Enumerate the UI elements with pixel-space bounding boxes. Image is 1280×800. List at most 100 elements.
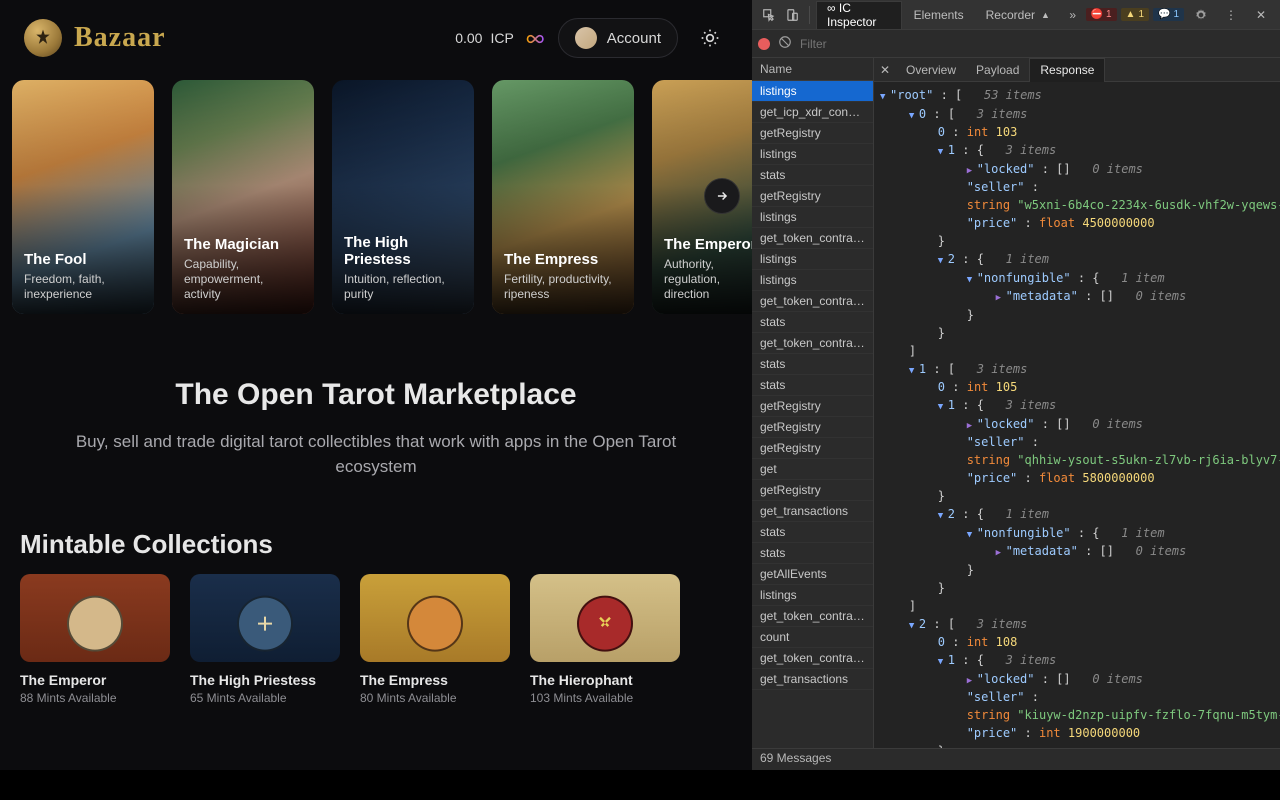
mintable-title: The Hierophant [530, 672, 680, 688]
mintable-grid: The Emperor 88 Mints Available The High … [0, 574, 752, 705]
balance-ticker: ICP [490, 30, 513, 46]
request-row[interactable]: listings [752, 249, 873, 270]
info-badge[interactable]: 💬1 [1153, 8, 1184, 21]
app-window: Bazaar 0.00 ICP Account The Foo [0, 0, 752, 770]
record-icon[interactable] [758, 38, 770, 50]
mintable-title: The Emperor [20, 672, 170, 688]
request-row[interactable]: getRegistry [752, 186, 873, 207]
tarot-card[interactable]: The Empress Fertility, productivity, rip… [492, 80, 634, 314]
tab-recorder[interactable]: Recorder▲ [976, 1, 1060, 29]
filter-input[interactable] [800, 37, 1274, 51]
close-devtools-icon[interactable]: ✕ [1248, 2, 1274, 28]
json-viewer[interactable]: "root" : [ 53 items 0 : [ 3 items 0 : in… [874, 82, 1280, 748]
request-detail: ✕ Overview Payload Response "root" : [ 5… [874, 58, 1280, 748]
request-row[interactable]: listings [752, 207, 873, 228]
mintable-card[interactable]: The Emperor 88 Mints Available [20, 574, 170, 705]
tab-payload[interactable]: Payload [966, 58, 1029, 82]
request-row[interactable]: getRegistry [752, 396, 873, 417]
devtools-footer: 69 Messages [752, 748, 1280, 770]
request-row[interactable]: stats [752, 375, 873, 396]
brand: Bazaar [24, 19, 166, 57]
request-row[interactable]: listings [752, 81, 873, 102]
request-row[interactable]: count [752, 627, 873, 648]
request-row[interactable]: getRegistry [752, 123, 873, 144]
hero-subtitle: Buy, sell and trade digital tarot collec… [66, 430, 686, 479]
tarot-card[interactable]: The Fool Freedom, faith, inexperience [12, 80, 154, 314]
hero: The Open Tarot Marketplace Buy, sell and… [0, 314, 752, 503]
devtools-panel: ∞ IC Inspector Elements Recorder▲ » ⛔1 ▲… [752, 0, 1280, 770]
request-row[interactable]: get_token_contract_root_ [752, 333, 873, 354]
tarot-card[interactable]: The Magician Capability, empowerment, ac… [172, 80, 314, 314]
request-list: Name listingsget_icp_xdr_conversion_getR… [752, 58, 874, 748]
request-list-header: Name [752, 58, 873, 81]
request-row[interactable]: stats [752, 354, 873, 375]
mintable-sub: 103 Mints Available [530, 691, 680, 705]
brand-logo-icon [24, 19, 62, 57]
card-title: The Magician [184, 236, 302, 253]
more-tabs-icon[interactable]: » [1062, 2, 1084, 28]
kebab-menu-icon[interactable]: ⋮ [1218, 2, 1244, 28]
card-title: The High Priestess [344, 234, 462, 269]
request-row[interactable]: get_token_contract_root_ [752, 648, 873, 669]
tab-response[interactable]: Response [1029, 58, 1105, 82]
request-row[interactable]: get_token_contract_root_ [752, 606, 873, 627]
card-subtitle: Freedom, faith, inexperience [24, 272, 142, 302]
mintable-sub: 80 Mints Available [360, 691, 510, 705]
inspect-element-icon[interactable] [758, 2, 780, 28]
card-subtitle: Authority, regulation, direction [664, 257, 752, 302]
infinity-icon [522, 32, 544, 44]
request-row[interactable]: get_icp_xdr_conversion_ [752, 102, 873, 123]
card-subtitle: Capability, empowerment, activity [184, 257, 302, 302]
section-title: Mintable Collections [0, 503, 752, 574]
theme-toggle[interactable] [692, 20, 728, 56]
request-row[interactable]: getRegistry [752, 438, 873, 459]
close-detail-icon[interactable]: ✕ [874, 63, 896, 77]
devtools-filter-bar [752, 30, 1280, 58]
request-row[interactable]: listings [752, 144, 873, 165]
card-subtitle: Intuition, reflection, purity [344, 272, 462, 302]
card-title: The Emperor [664, 236, 752, 253]
account-label: Account [607, 30, 661, 47]
tab-ic-inspector[interactable]: ∞ IC Inspector [816, 1, 902, 29]
request-row[interactable]: stats [752, 522, 873, 543]
error-badge[interactable]: ⛔1 [1086, 8, 1117, 21]
request-row[interactable]: stats [752, 312, 873, 333]
request-row[interactable]: getRegistry [752, 417, 873, 438]
detail-tabs: ✕ Overview Payload Response [874, 58, 1280, 82]
request-row[interactable]: listings [752, 585, 873, 606]
card-carousel: The Fool Freedom, faith, inexperience Th… [0, 66, 752, 314]
app-header: Bazaar 0.00 ICP Account [0, 0, 752, 66]
request-row[interactable]: listings [752, 270, 873, 291]
tab-overview[interactable]: Overview [896, 58, 966, 82]
settings-icon[interactable] [1188, 2, 1214, 28]
request-row[interactable]: get_token_contract_root_ [752, 228, 873, 249]
devtools-body: Name listingsget_icp_xdr_conversion_getR… [752, 58, 1280, 748]
request-row[interactable]: get_token_contract_root_ [752, 291, 873, 312]
mintable-sub: 65 Mints Available [190, 691, 340, 705]
card-title: The Empress [504, 251, 622, 268]
mintable-title: The Empress [360, 672, 510, 688]
tab-elements[interactable]: Elements [904, 1, 974, 29]
device-toggle-icon[interactable] [782, 2, 804, 28]
request-row[interactable]: get [752, 459, 873, 480]
request-row[interactable]: get_transactions [752, 501, 873, 522]
avatar [575, 27, 597, 49]
account-button[interactable]: Account [558, 18, 678, 58]
mintable-card[interactable]: The Empress 80 Mints Available [360, 574, 510, 705]
request-row[interactable]: get_transactions [752, 669, 873, 690]
hero-title: The Open Tarot Marketplace [40, 378, 712, 412]
mintable-card[interactable]: The High Priestess 65 Mints Available [190, 574, 340, 705]
balance-amount: 0.00 [455, 30, 482, 46]
clear-icon[interactable] [778, 35, 792, 52]
mintable-card[interactable]: The Hierophant 103 Mints Available [530, 574, 680, 705]
request-row[interactable]: stats [752, 165, 873, 186]
brand-name: Bazaar [74, 22, 166, 54]
request-row[interactable]: stats [752, 543, 873, 564]
mintable-title: The High Priestess [190, 672, 340, 688]
request-row[interactable]: getRegistry [752, 480, 873, 501]
request-row[interactable]: getAllEvents [752, 564, 873, 585]
devtools-top-bar: ∞ IC Inspector Elements Recorder▲ » ⛔1 ▲… [752, 0, 1280, 30]
tarot-card[interactable]: The High Priestess Intuition, reflection… [332, 80, 474, 314]
carousel-next-button[interactable] [704, 178, 740, 214]
warning-badge[interactable]: ▲1 [1121, 8, 1149, 21]
